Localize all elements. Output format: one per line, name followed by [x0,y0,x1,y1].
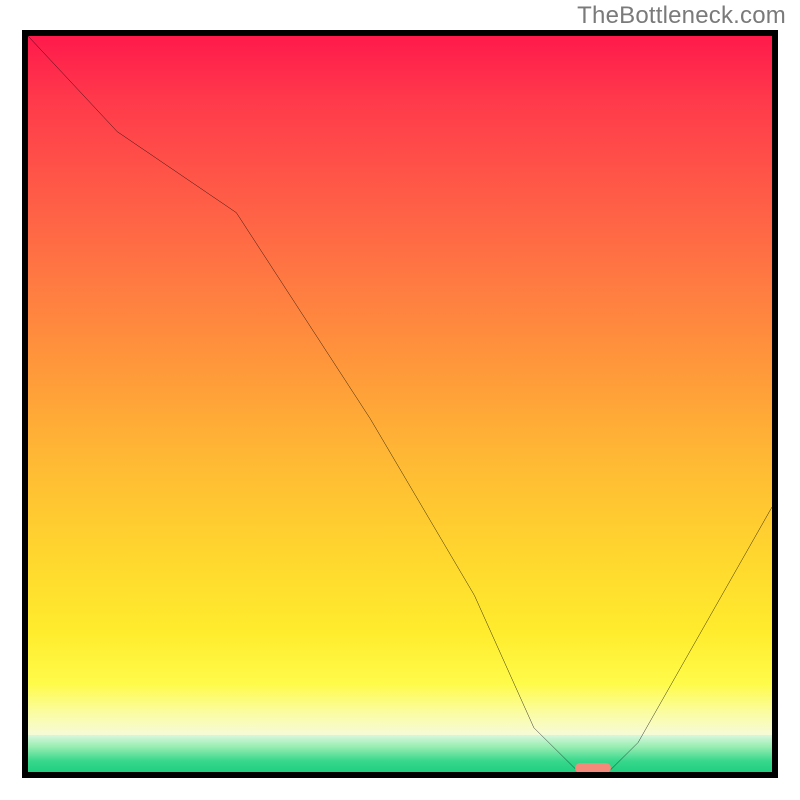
chart-container: TheBottleneck.com [0,0,800,800]
watermark-label: TheBottleneck.com [577,2,786,30]
optimal-marker [575,763,611,773]
bottleneck-curve [28,36,772,772]
plot-area [22,30,778,778]
